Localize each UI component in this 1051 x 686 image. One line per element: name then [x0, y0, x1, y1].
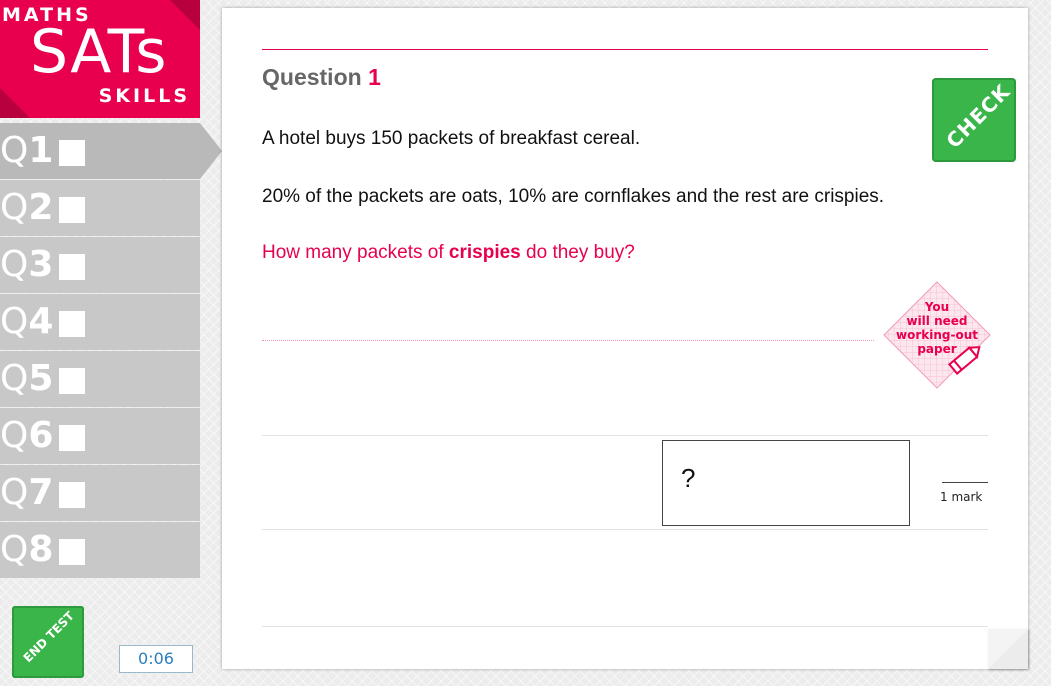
end-test-label: END TEST [20, 608, 77, 666]
nav-q-letter: Q [0, 358, 29, 399]
logo-skills-text: SKILLS [98, 85, 190, 107]
working-out-line-3: working-out [896, 328, 978, 342]
maths-sats-skills-logo: MATHS SATs SKILLS [0, 0, 200, 118]
nav-q-letter: Q [0, 301, 29, 342]
answer-status-box [59, 311, 86, 337]
end-test-button[interactable]: END TEST [12, 606, 84, 678]
working-out-line-2: will need [906, 314, 968, 328]
working-divider [262, 340, 874, 341]
question-number: 1 [368, 64, 381, 90]
nav-item-q1[interactable]: Q1 [0, 123, 222, 179]
nav-item-q4[interactable]: Q4 [0, 294, 200, 350]
answer-value: ? [681, 463, 696, 493]
question-title: Question 1 [262, 64, 381, 91]
question-text-line-2: 20% of the packets are oats, 10% are cor… [262, 186, 885, 207]
question-text-line-1: A hotel buys 150 packets of breakfast ce… [262, 128, 641, 149]
answer-status-box [59, 482, 86, 508]
nav-q-number: 7 [28, 472, 54, 513]
nav-q-letter: Q [0, 472, 29, 513]
page-curl-flap [988, 629, 1028, 669]
answer-status-box [59, 140, 86, 166]
nav-item-q6[interactable]: Q6 [0, 408, 200, 464]
page-bottom-divider [262, 626, 988, 627]
question-prompt-pre: How many packets of [262, 242, 449, 263]
nav-q-letter: Q [0, 415, 29, 456]
working-out-text: You will need working-out paper [882, 300, 992, 356]
question-prompt: How many packets of crispies do they buy… [262, 242, 635, 264]
answer-top-divider [262, 435, 988, 436]
working-out-line-4: paper [917, 342, 957, 356]
nav-q-number: 5 [28, 358, 54, 399]
nav-item-q8[interactable]: Q8 [0, 522, 200, 578]
question-nav: Q1 Q2 Q3 Q4 Q5 Q6 Q7 Q8 [0, 123, 222, 579]
check-label: CHECK [941, 79, 1015, 153]
nav-q-number: 8 [28, 529, 54, 570]
nav-item-q7[interactable]: Q7 [0, 465, 200, 521]
answer-bottom-divider [262, 529, 988, 530]
nav-q-number: 6 [28, 415, 54, 456]
logo-sats-text: SATs [30, 17, 168, 87]
nav-item-q5[interactable]: Q5 [0, 351, 200, 407]
question-prompt-post: do they buy? [520, 242, 635, 263]
answer-status-box [59, 254, 86, 280]
check-button[interactable]: CHECK [932, 78, 1016, 162]
question-label: Question [262, 64, 362, 90]
answer-status-box [59, 368, 86, 394]
answer-status-box [59, 197, 86, 223]
answer-status-box [59, 425, 86, 451]
nav-item-q2[interactable]: Q2 [0, 180, 200, 236]
nav-item-q3[interactable]: Q3 [0, 237, 200, 293]
nav-q-letter: Q [0, 130, 29, 171]
working-out-line-1: You [924, 300, 950, 314]
nav-q-number: 1 [28, 130, 54, 171]
nav-q-number: 4 [28, 301, 54, 342]
mark-label: 1 mark [940, 490, 983, 504]
timer-display: 0:06 [119, 645, 193, 673]
nav-q-letter: Q [0, 244, 29, 285]
nav-q-letter: Q [0, 529, 29, 570]
title-divider [262, 49, 988, 50]
answer-status-box [59, 539, 86, 565]
working-out-paper-badge: You will need working-out paper [882, 280, 992, 390]
nav-q-letter: Q [0, 187, 29, 228]
answer-input[interactable]: ? [662, 440, 910, 526]
mark-line [942, 482, 988, 483]
nav-q-number: 3 [28, 244, 54, 285]
question-prompt-keyword: crispies [448, 242, 521, 263]
question-paper: Question 1 CHECK A hotel buys 150 packet… [222, 8, 1028, 669]
nav-q-number: 2 [28, 187, 54, 228]
